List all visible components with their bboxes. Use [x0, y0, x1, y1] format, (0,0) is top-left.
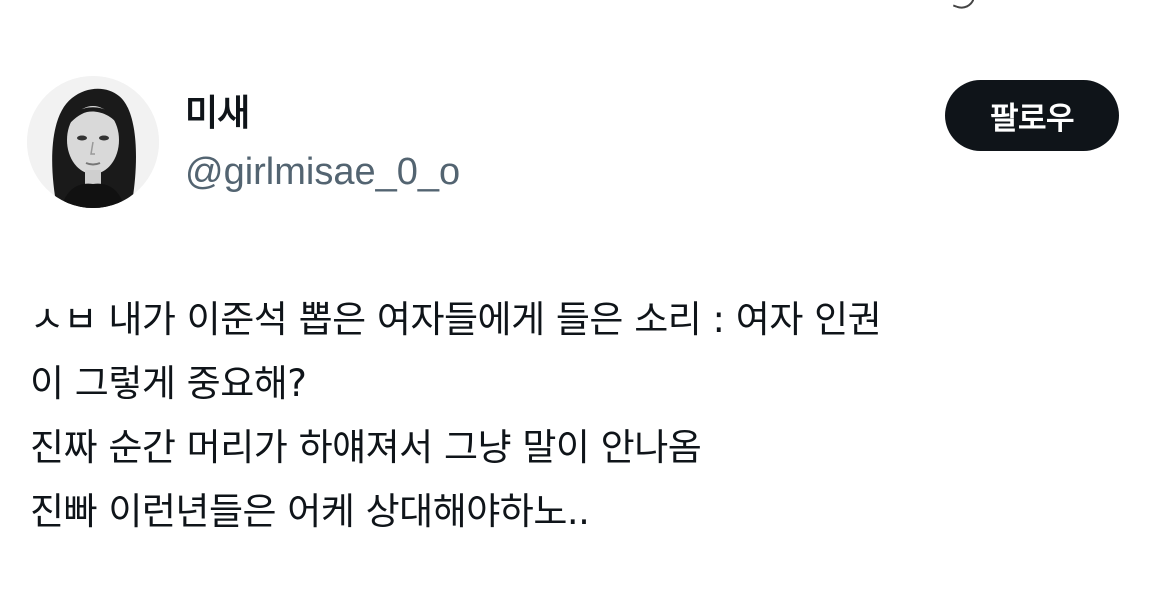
avatar[interactable]	[27, 76, 159, 208]
tweet-line: 진짜 순간 머리가 하얘져서 그냥 말이 안나옴	[30, 426, 702, 469]
tweet-line: 진빠 이런년들은 어케 상대해야하노..	[30, 490, 590, 533]
user-info: 미새 @girlmisae_0_o	[185, 92, 460, 194]
tweet-text: ㅅㅂ 내가 이준석 뽑은 여자들에게 들은 소리 : 여자 인권 이 그렇게 중…	[30, 288, 1140, 544]
tweet-line: 이 그렇게 중요해?	[30, 362, 307, 405]
cropped-glyph	[952, 0, 976, 13]
follow-button[interactable]: 팔로우	[945, 80, 1119, 151]
display-name[interactable]: 미새	[185, 92, 460, 136]
tweet-line: ㅅㅂ 내가 이준석 뽑은 여자들에게 들은 소리 : 여자 인권	[30, 298, 882, 341]
user-handle[interactable]: @girlmisae_0_o	[185, 150, 460, 194]
avatar-image	[27, 76, 159, 208]
